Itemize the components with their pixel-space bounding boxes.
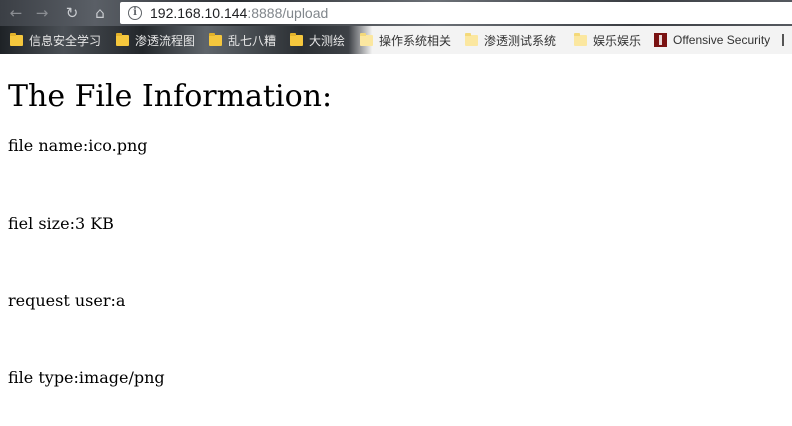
request-user-text: request user:a xyxy=(8,291,126,310)
bookmark-folder-pentest-systems[interactable]: 渗透测试系统 xyxy=(465,32,556,48)
url-host: 192.168.10.144 xyxy=(150,5,248,21)
file-type-text: file type:image/png xyxy=(8,368,165,387)
bookmark-folder-pentest-flow[interactable]: 渗透流程图 xyxy=(116,32,195,48)
bookmark-label: 渗透流程图 xyxy=(135,33,196,48)
folder-icon xyxy=(465,32,478,46)
folder-icon xyxy=(290,32,303,46)
address-bar[interactable]: i 192.168.10.144:8888/upload xyxy=(120,2,792,24)
bookmark-label: 渗透测试系统 xyxy=(484,33,557,48)
home-icon[interactable]: ⌂ xyxy=(90,3,110,23)
more-bookmarks-icon[interactable] xyxy=(782,34,790,46)
bookmark-offensive-security[interactable]: Offensive Security xyxy=(654,32,770,48)
file-name-text: file name:ico.png xyxy=(8,136,148,155)
bookmark-label: 娱乐娱乐 xyxy=(593,33,642,48)
folder-icon xyxy=(209,32,222,46)
forward-arrow-icon[interactable]: → xyxy=(32,3,52,23)
url-path: :8888/upload xyxy=(247,5,329,21)
bookmark-label: Offensive Security xyxy=(673,33,771,47)
bookmark-label: 大测绘 xyxy=(309,33,346,48)
bookmark-label: 乱七八糟 xyxy=(228,33,277,48)
bookmark-folder-entertainment[interactable]: 娱乐娱乐 xyxy=(574,32,641,48)
bookmark-label: 信息安全学习 xyxy=(29,33,102,48)
bookmark-folder-misc[interactable]: 乱七八糟 xyxy=(209,32,276,48)
bookmark-label: 操作系统相关 xyxy=(379,33,452,48)
browser-toolbar: ← → ↻ ⌂ i 192.168.10.144:8888/upload xyxy=(0,0,792,26)
bookmark-folder-mapping[interactable]: 大测绘 xyxy=(290,32,345,48)
bookmark-folder-infosec[interactable]: 信息安全学习 xyxy=(10,32,101,48)
bookmark-folder-os[interactable]: 操作系统相关 xyxy=(360,32,451,48)
file-size-text: fiel size:3 KB xyxy=(8,214,114,233)
folder-icon xyxy=(574,32,587,46)
page-title: The File Information: xyxy=(8,79,333,114)
bookmarks-bar: 信息安全学习 渗透流程图 乱七八糟 大测绘 操作系统相关 渗透测试系统 娱乐娱乐… xyxy=(0,26,792,54)
folder-icon xyxy=(360,32,373,46)
folder-icon xyxy=(10,32,23,46)
folder-icon xyxy=(116,32,129,46)
offensive-security-icon xyxy=(654,33,667,47)
site-info-icon[interactable]: i xyxy=(128,6,142,20)
back-arrow-icon[interactable]: ← xyxy=(6,3,26,23)
reload-icon[interactable]: ↻ xyxy=(62,3,82,23)
